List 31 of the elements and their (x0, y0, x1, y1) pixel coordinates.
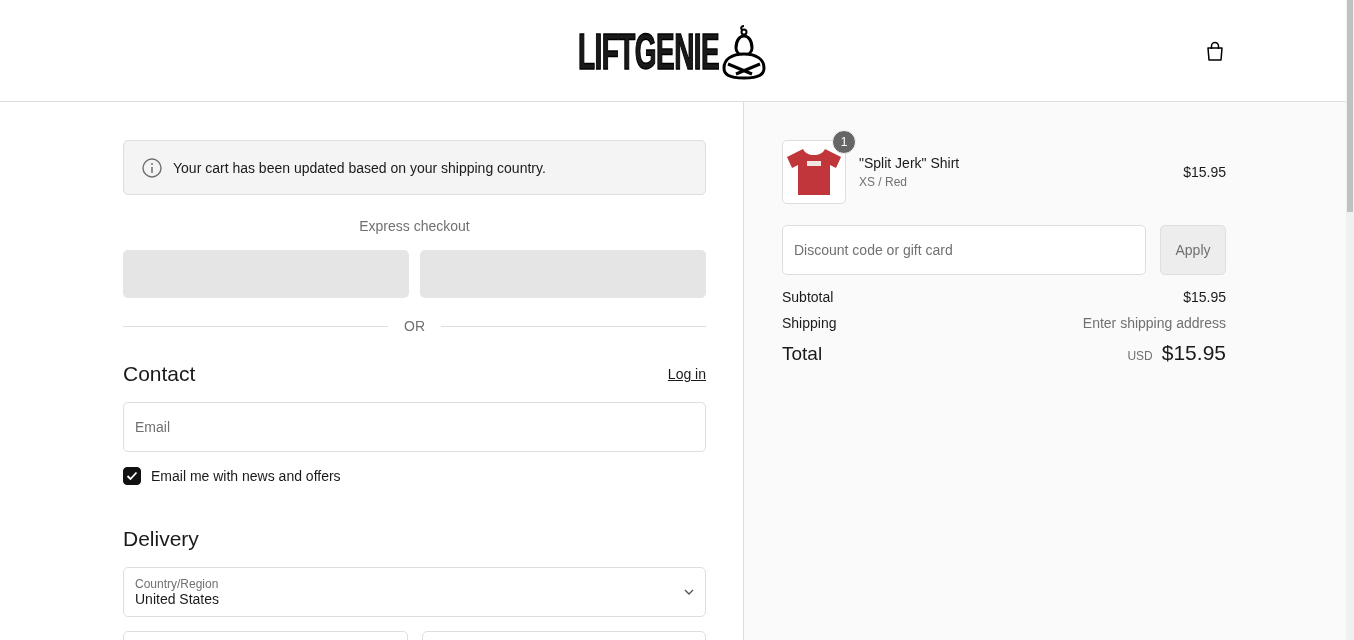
currency-code: USD (1127, 349, 1153, 363)
product-price: $15.95 (1183, 164, 1226, 180)
login-link[interactable]: Log in (667, 366, 706, 382)
summary-value: Enter shipping address (1082, 315, 1226, 331)
check-icon (126, 471, 138, 481)
apply-button[interactable]: Apply (1160, 225, 1226, 275)
section-heading: Contact (123, 362, 196, 386)
product-variant: XS / Red (859, 175, 909, 189)
quantity-badge: 1 (832, 130, 856, 154)
chevron-down-icon (684, 589, 694, 595)
express-checkout-label: Express checkout (358, 218, 471, 234)
logo-text: LIFTGENIE (577, 26, 720, 77)
discount-field[interactable]: Discount code or gift card (782, 225, 1146, 275)
summary-label: Subtotal (782, 289, 834, 305)
country-select[interactable]: Country/Region United States (123, 567, 706, 617)
summary-label: Shipping (782, 315, 837, 331)
express-payment-button[interactable] (420, 250, 706, 298)
section-heading: Delivery (123, 527, 200, 551)
t-shirt-drawing (785, 147, 843, 197)
product-name: "Split Jerk" Shirt (859, 155, 961, 171)
total-amount: $15.95 (1161, 341, 1226, 364)
total-label: Total (782, 343, 823, 365)
shopping-bag-icon[interactable] (1206, 41, 1224, 62)
summary-value: $15.95 (1183, 289, 1226, 305)
email-field[interactable]: Email (123, 402, 706, 452)
checkbox-label: Email me with news and offers (151, 468, 341, 484)
notice-text: Your cart has been updated based on your shipping country. (173, 159, 546, 176)
express-payment-button[interactable] (123, 250, 409, 298)
separator-text: OR (404, 318, 425, 334)
info-icon (142, 157, 162, 178)
checkbox[interactable] (123, 467, 141, 485)
